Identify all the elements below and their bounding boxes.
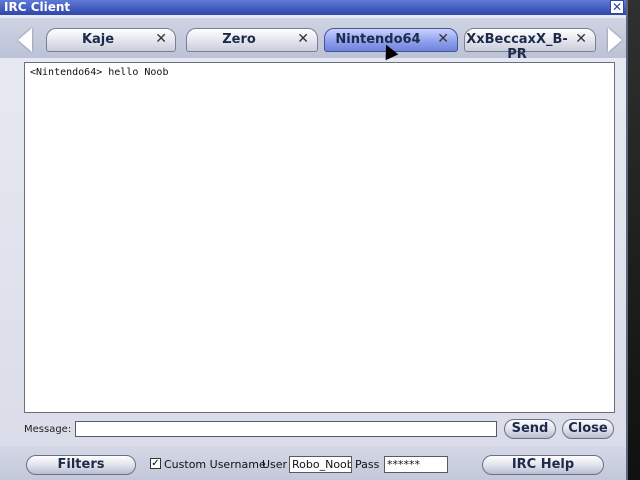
pass-input[interactable]: ****** — [384, 456, 448, 473]
message-input[interactable] — [75, 421, 497, 437]
window-title: IRC Client — [4, 0, 71, 14]
close-button[interactable]: Close — [562, 419, 614, 439]
user-label: User — [262, 458, 288, 471]
tab-strip: Kaje ✕ Zero ✕ Nintendo64 ✕ XxBeccaxX_B-P… — [0, 18, 626, 62]
tab-xxbeccaxx[interactable]: XxBeccaxX_B-PR ✕ — [464, 28, 596, 62]
irc-help-button[interactable]: IRC Help — [482, 455, 604, 475]
tab-close-icon[interactable]: ✕ — [575, 31, 587, 47]
window-close-icon[interactable]: ✕ — [610, 0, 624, 14]
send-button[interactable]: Send — [504, 419, 556, 439]
tab-close-icon[interactable]: ✕ — [155, 31, 167, 47]
tab-scroll-left-icon[interactable] — [18, 28, 32, 52]
irc-client-window: IRC Client ✕ Kaje ✕ Zero ✕ Nintendo64 ✕ … — [0, 0, 628, 480]
tab-label: XxBeccaxX_B-PR — [466, 32, 568, 62]
tab-close-icon[interactable]: ✕ — [297, 31, 309, 47]
custom-username-checkbox[interactable]: ✓ — [150, 458, 161, 469]
desktop-background-right — [626, 0, 640, 480]
pass-label: Pass — [355, 458, 380, 471]
tab-kaje[interactable]: Kaje ✕ — [46, 28, 176, 52]
chat-log[interactable]: <Nintendo64> hello Noob — [24, 62, 615, 413]
tab-scroll-right-icon[interactable] — [608, 28, 622, 52]
custom-username-label: Custom Username — [164, 458, 266, 471]
chat-line: <Nintendo64> hello Noob — [30, 67, 169, 78]
user-input[interactable]: Robo_Noob — [289, 456, 352, 473]
title-bar[interactable]: IRC Client ✕ — [0, 0, 626, 15]
tab-label: Kaje — [81, 32, 115, 47]
tab-label: Zero — [222, 32, 256, 47]
tab-zero[interactable]: Zero ✕ — [186, 28, 318, 52]
message-label: Message: — [24, 424, 72, 435]
tab-label: Nintendo64 — [335, 32, 421, 47]
tab-close-icon[interactable]: ✕ — [437, 31, 449, 47]
filters-button[interactable]: Filters — [26, 455, 136, 475]
